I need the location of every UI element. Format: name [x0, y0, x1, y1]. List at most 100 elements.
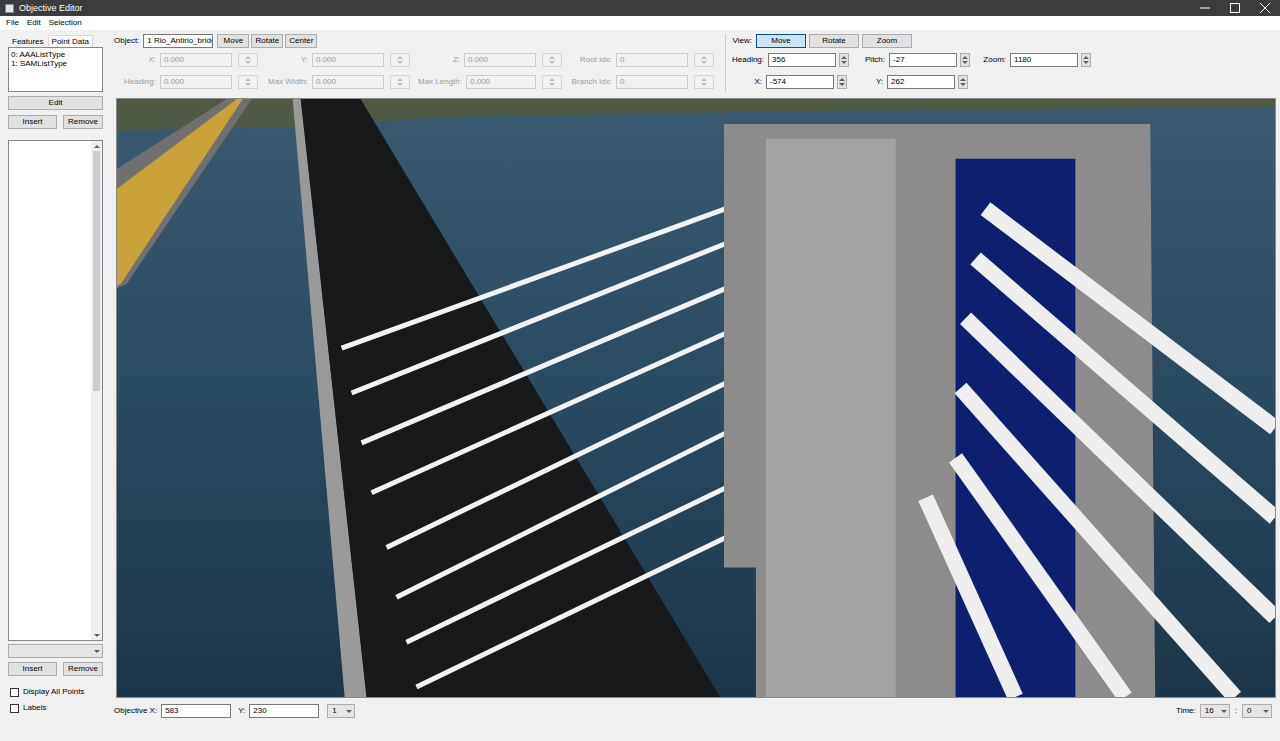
hour-value: 16 [1205, 706, 1218, 716]
checkbox[interactable] [10, 688, 19, 697]
object-button[interactable]: Rotate [251, 34, 283, 48]
type-item[interactable]: 1: SAMListType [11, 59, 100, 68]
field-input[interactable]: 1180 [1010, 53, 1078, 67]
spin-button[interactable] [960, 53, 970, 67]
spin-button[interactable] [390, 75, 410, 89]
tab[interactable]: Features [8, 35, 48, 47]
view-mode-button[interactable]: Move [756, 34, 806, 48]
field-input[interactable]: 0 [616, 53, 688, 67]
dropdown-icon [346, 710, 352, 713]
up-arrow-icon [397, 56, 403, 59]
menu-item[interactable]: File [2, 18, 23, 28]
option-list: Display All Points Labels [8, 684, 103, 716]
spin-button[interactable] [694, 53, 714, 67]
up-arrow-icon [839, 78, 845, 81]
spin-button[interactable] [238, 53, 258, 67]
option-row[interactable]: Labels [8, 700, 103, 716]
spin-button[interactable] [238, 75, 258, 89]
down-arrow-icon [245, 61, 251, 64]
field-input[interactable]: 262 [887, 75, 955, 89]
spin-button[interactable] [542, 75, 562, 89]
remove-button[interactable]: Remove [63, 115, 103, 129]
object-input[interactable]: 1 Rio_Antirio_bridg [143, 34, 213, 48]
prop-field: Max Width:0.000 [266, 75, 410, 89]
down-arrow-icon [245, 83, 251, 86]
up-arrow-icon [245, 56, 251, 59]
object-button[interactable]: Center [285, 34, 317, 48]
point-list[interactable] [8, 140, 103, 641]
hour-select[interactable]: 16 [1200, 704, 1230, 718]
field-input[interactable]: -27 [889, 53, 957, 67]
view-mode-button[interactable]: Rotate [809, 34, 859, 48]
scroll-thumb[interactable] [93, 151, 100, 391]
field-input[interactable]: -574 [766, 75, 834, 89]
field-label: Z: [418, 55, 460, 65]
menu-bar: FileEditSelection [0, 16, 1280, 30]
field-label: Max Length: [418, 77, 462, 87]
status-bar: Objective X: 583 Y: 230 1 Time: 16 : 0 [114, 698, 1276, 741]
window-title: Objective Editor [19, 3, 83, 14]
maximize-icon[interactable] [1220, 0, 1250, 16]
minimize-icon[interactable] [1190, 0, 1220, 16]
scene-render [117, 99, 1275, 697]
spin-button[interactable] [542, 53, 562, 67]
toolbar: Object:1 Rio_Antirio_bridgMoveRotateCent… [114, 30, 1276, 98]
down-arrow-icon [701, 83, 707, 86]
field-input[interactable]: 0.000 [160, 53, 232, 67]
spin-button[interactable] [837, 75, 847, 89]
field-input[interactable]: 0.000 [466, 75, 536, 89]
close-icon[interactable] [1250, 0, 1280, 16]
right-panel: Object:1 Rio_Antirio_bridgMoveRotateCent… [114, 30, 1280, 741]
spin-button[interactable] [958, 75, 968, 89]
scrollbar[interactable] [91, 141, 102, 640]
tab[interactable]: Point Data [48, 35, 93, 47]
view-field: X:-574 [732, 75, 847, 89]
view-field: Pitch:-27 [855, 53, 970, 67]
point-select[interactable] [8, 644, 103, 658]
tab-strip: FeaturesPoint Data [8, 34, 103, 47]
spin-button[interactable] [839, 53, 849, 67]
field-input[interactable]: 0 [616, 75, 688, 89]
scroll-down-icon[interactable] [94, 630, 100, 640]
option-label: Display All Points [23, 687, 84, 697]
field-label: Zoom: [976, 55, 1006, 65]
3d-viewport[interactable] [116, 98, 1276, 698]
type-item[interactable]: 0: AAAListType [11, 50, 100, 59]
type-list[interactable]: 0: AAAListType1: SAMListType [8, 47, 103, 92]
edit-button[interactable]: Edit [8, 96, 103, 110]
menu-item[interactable]: Edit [23, 18, 45, 28]
objective-x-input[interactable]: 583 [161, 704, 231, 718]
prop-field: Root Idx:0 [570, 53, 714, 67]
view-field: Zoom: 1180 [976, 53, 1091, 67]
field-input[interactable]: 0.000 [160, 75, 232, 89]
up-arrow-icon [1083, 56, 1089, 59]
prop-field: Heading:0.000 [114, 75, 258, 89]
menu-item[interactable]: Selection [45, 18, 86, 28]
field-label: Heading: [732, 55, 764, 65]
down-arrow-icon [1083, 61, 1089, 64]
checkbox[interactable] [10, 704, 19, 713]
level-select[interactable]: 1 [327, 704, 355, 718]
spin-button[interactable] [1081, 53, 1091, 67]
spin-button[interactable] [694, 75, 714, 89]
object-button[interactable]: Move [217, 34, 249, 48]
point-insert-button[interactable]: Insert [8, 662, 57, 676]
point-remove-button[interactable]: Remove [63, 662, 103, 676]
view-field: Y:262 [853, 75, 968, 89]
editor-window: Objective Editor FileEditSelection Featu… [0, 0, 1280, 741]
field-input[interactable]: 356 [768, 53, 836, 67]
option-label: Labels [23, 703, 47, 713]
option-row[interactable]: Display All Points [8, 684, 103, 700]
insert-button[interactable]: Insert [8, 115, 57, 129]
field-input[interactable]: 0.000 [312, 53, 384, 67]
scroll-up-icon[interactable] [94, 141, 100, 151]
field-input[interactable]: 0.000 [464, 53, 536, 67]
view-mode-button[interactable]: Zoom [862, 34, 912, 48]
objective-y-input[interactable]: 230 [249, 704, 319, 718]
up-arrow-icon [962, 56, 968, 59]
minute-select[interactable]: 0 [1242, 704, 1272, 718]
field-input[interactable]: 0.000 [312, 75, 384, 89]
view-label: View: [732, 36, 752, 46]
spin-button[interactable] [390, 53, 410, 67]
left-panel: FeaturesPoint Data 0: AAAListType1: SAML… [0, 30, 108, 741]
